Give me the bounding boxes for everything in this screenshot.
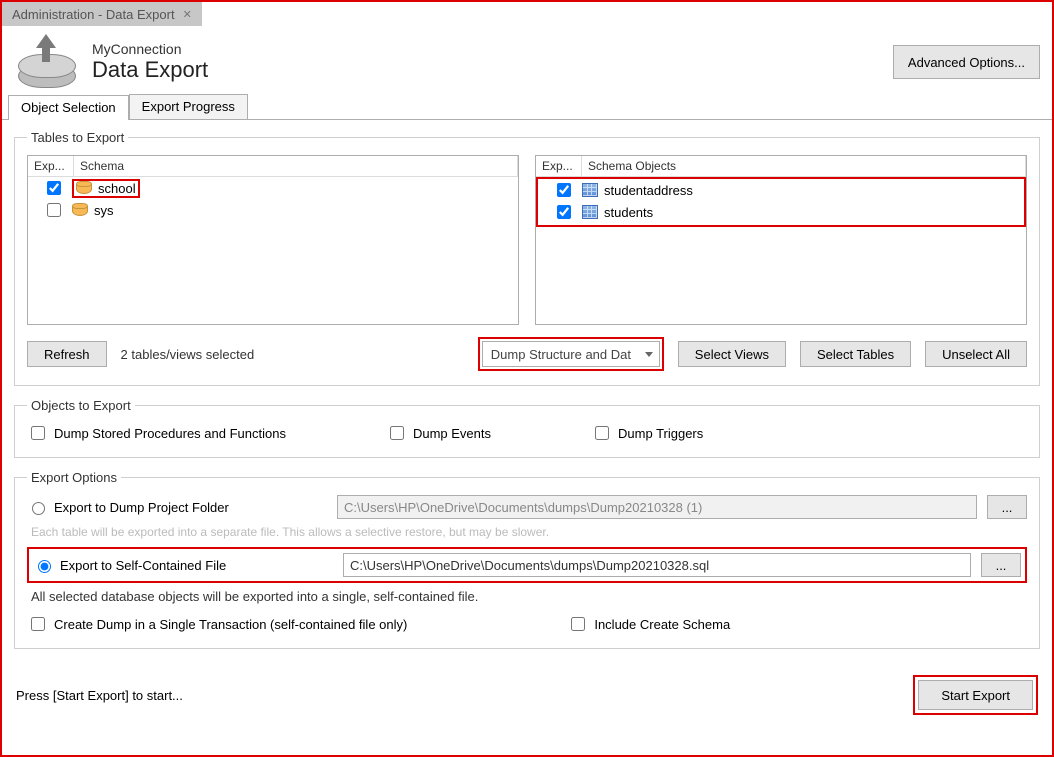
self-contained-path[interactable] [343,553,971,577]
chevron-down-icon [645,352,653,357]
objects-header-exp: Exp... [536,156,582,176]
refresh-button[interactable]: Refresh [27,341,107,367]
tab-object-selection[interactable]: Object Selection [8,95,129,120]
object-row-studentaddress[interactable]: studentaddress [538,179,1024,201]
dump-procedures-checkbox[interactable]: Dump Stored Procedures and Functions [27,423,286,443]
document-tab[interactable]: Administration - Data Export ✕ [2,2,202,26]
schema-list[interactable]: Exp... Schema school [27,155,519,325]
dump-events-checkbox[interactable]: Dump Events [386,423,491,443]
database-icon [76,181,92,195]
schema-label: school [98,181,136,196]
connection-name: MyConnection [92,41,208,57]
select-tables-button[interactable]: Select Tables [800,341,911,367]
selection-status: 2 tables/views selected [121,347,255,362]
schema-row-school[interactable]: school [28,177,518,199]
footer: Press [Start Export] to start... Start E… [2,661,1052,725]
tables-to-export-legend: Tables to Export [27,130,128,145]
dump-mode-dropdown[interactable]: Dump Structure and Dat [482,341,660,367]
database-icon [72,203,88,217]
document-tab-title: Administration - Data Export [12,7,175,22]
schema-checkbox-school[interactable] [47,181,61,195]
export-disk-icon [14,36,80,88]
table-icon [582,205,598,219]
objects-to-export-group: Objects to Export Dump Stored Procedures… [14,398,1040,458]
start-export-button[interactable]: Start Export [918,680,1033,710]
project-folder-path[interactable] [337,495,977,519]
dump-triggers-checkbox[interactable]: Dump Triggers [591,423,703,443]
project-folder-hint: Each table will be exported into a separ… [31,525,1027,539]
schema-label: sys [94,203,114,218]
browse-self-contained-button[interactable]: ... [981,553,1021,577]
object-label: students [604,205,653,220]
unselect-all-button[interactable]: Unselect All [925,341,1027,367]
export-self-contained-radio[interactable]: Export to Self-Contained File [33,557,333,573]
tab-export-progress[interactable]: Export Progress [129,94,248,119]
advanced-options-button[interactable]: Advanced Options... [893,45,1040,79]
browse-project-folder-button[interactable]: ... [987,495,1027,519]
object-checkbox[interactable] [557,183,571,197]
schema-header-schema: Schema [74,156,518,176]
dump-mode-value: Dump Structure and Dat [491,347,631,362]
footer-hint: Press [Start Export] to start... [16,688,183,703]
export-options-legend: Export Options [27,470,121,485]
objects-header-name: Schema Objects [582,156,1026,176]
export-project-folder-radio[interactable]: Export to Dump Project Folder [27,499,327,515]
schema-row-sys[interactable]: sys [28,199,518,221]
close-icon[interactable]: ✕ [183,8,192,21]
section-tabs: Object Selection Export Progress [2,94,1052,120]
page-title: Data Export [92,57,208,83]
schema-objects-list[interactable]: Exp... Schema Objects studentaddress [535,155,1027,325]
objects-to-export-legend: Objects to Export [27,398,135,413]
include-create-schema-checkbox[interactable]: Include Create Schema [567,614,730,634]
tables-to-export-group: Tables to Export Exp... Schema school [14,130,1040,386]
schema-checkbox-sys[interactable] [47,203,61,217]
object-checkbox[interactable] [557,205,571,219]
page-header: MyConnection Data Export Advanced Option… [2,26,1052,94]
single-transaction-checkbox[interactable]: Create Dump in a Single Transaction (sel… [27,614,407,634]
object-label: studentaddress [604,183,693,198]
object-row-students[interactable]: students [538,201,1024,223]
self-contained-desc: All selected database objects will be ex… [31,589,1027,604]
select-views-button[interactable]: Select Views [678,341,786,367]
table-icon [582,183,598,197]
document-tab-bar: Administration - Data Export ✕ [2,2,1052,26]
export-options-group: Export Options Export to Dump Project Fo… [14,470,1040,649]
schema-header-exp: Exp... [28,156,74,176]
